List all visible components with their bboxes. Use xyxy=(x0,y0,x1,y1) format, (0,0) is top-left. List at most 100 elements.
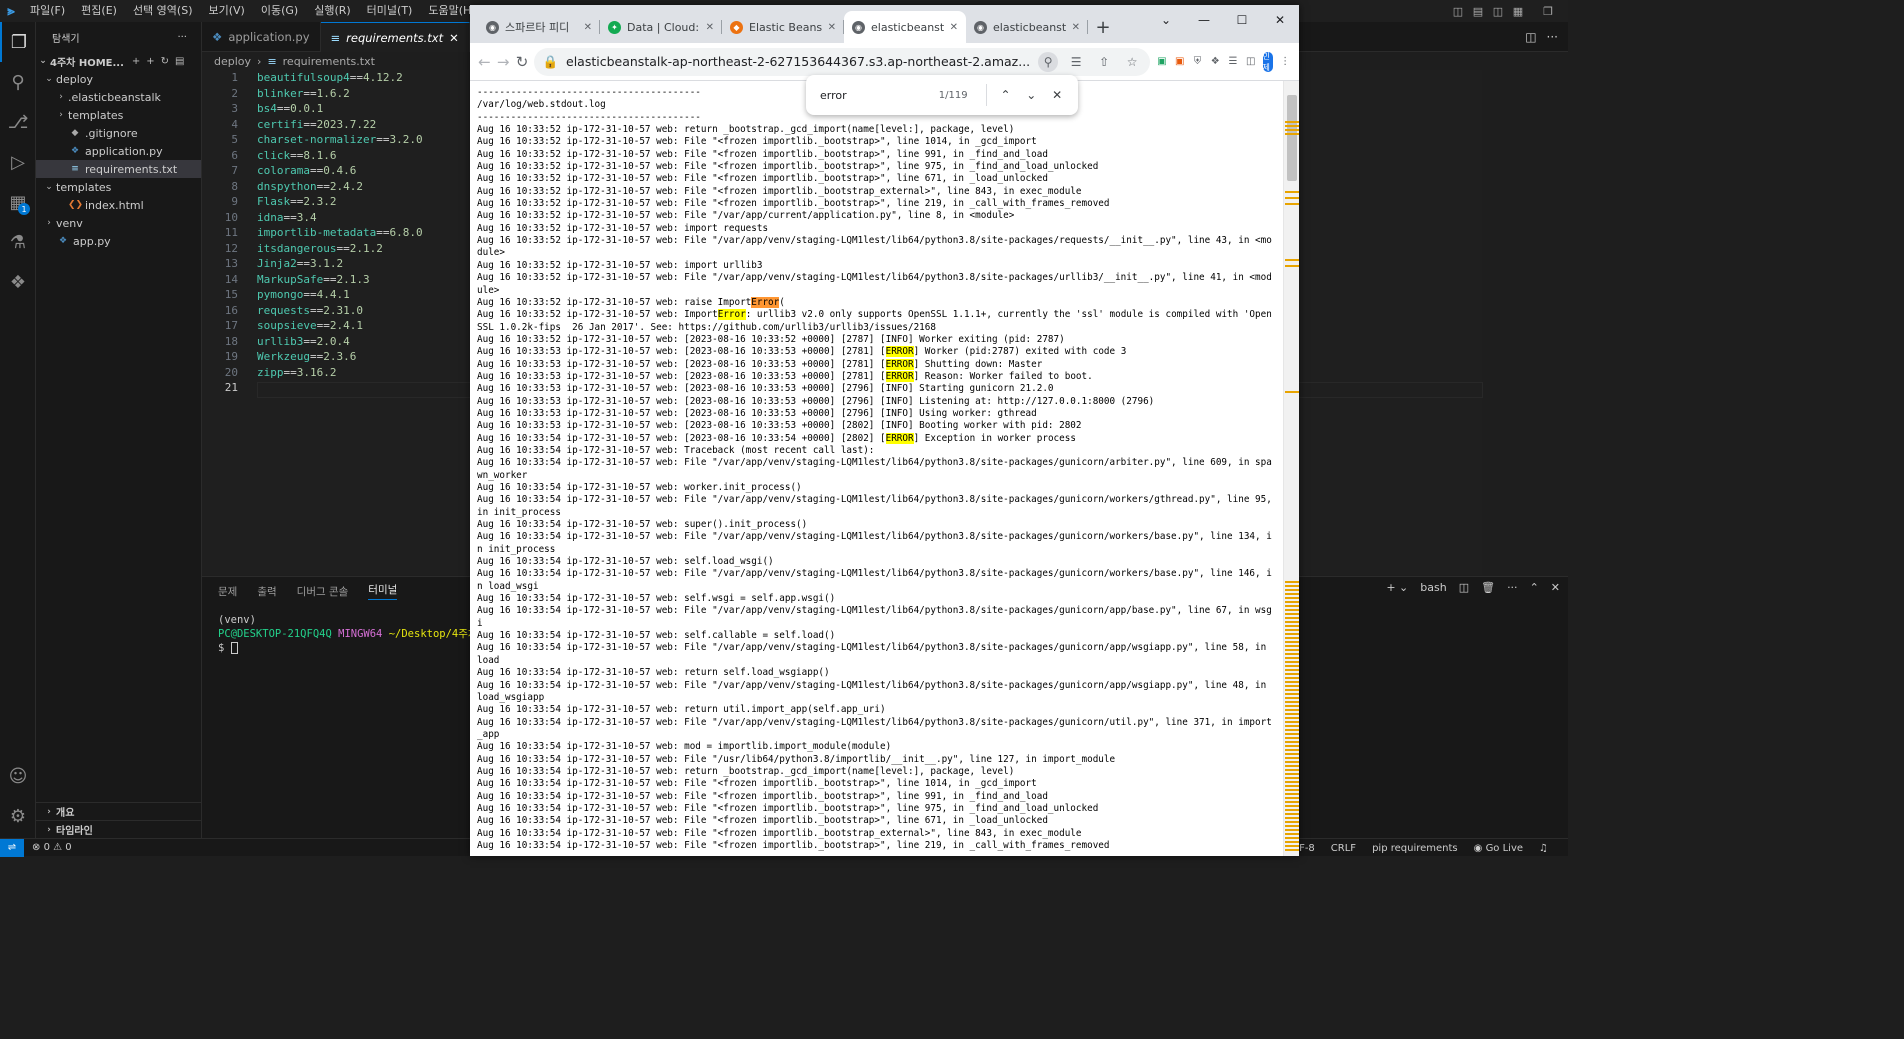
extension-orange-icon[interactable]: ▣ xyxy=(1174,51,1186,73)
maximize-icon[interactable]: ☐ xyxy=(1223,5,1261,35)
bookmark-star-icon[interactable]: ☆ xyxy=(1122,52,1142,72)
tree-item[interactable]: › templates xyxy=(36,106,201,124)
menu-item[interactable]: 선택 영역(S) xyxy=(125,0,201,22)
find-previous-icon[interactable]: ⌃ xyxy=(995,83,1017,107)
forward-arrow-icon[interactable]: → xyxy=(497,50,510,74)
browser-tab[interactable]: ◉ elasticbeanstalk ✕ xyxy=(966,11,1088,43)
notifications-icon[interactable]: ♫ xyxy=(1539,843,1548,854)
extension-shield-icon[interactable]: ⛨ xyxy=(1192,51,1204,73)
new-tab-button[interactable]: + xyxy=(1088,11,1118,43)
line-number: 5 xyxy=(231,133,238,146)
toggle-panel-icon[interactable]: ▤ xyxy=(1468,0,1488,22)
close-tab-icon[interactable]: ✕ xyxy=(1072,22,1080,33)
problems-status[interactable]: ⊗ 0 ⚠ 0 xyxy=(32,842,72,853)
menu-item[interactable]: 파일(F) xyxy=(22,0,73,22)
tree-item[interactable]: ❮❯ index.html xyxy=(36,196,201,214)
panel-tab[interactable]: 터미널 xyxy=(368,582,398,600)
editor-more-icon[interactable]: ··· xyxy=(1547,30,1558,44)
tree-item[interactable]: › .elasticbeanstalk xyxy=(36,88,201,106)
menu-item[interactable]: 보기(V) xyxy=(200,0,252,22)
tab-search-icon[interactable]: ⌄ xyxy=(1147,5,1185,35)
close-tab-icon[interactable]: ✕ xyxy=(584,22,592,33)
split-terminal-icon[interactable]: ◫ xyxy=(1459,581,1469,594)
side-panel-icon[interactable]: ◫ xyxy=(1245,51,1257,73)
tree-item[interactable]: ❖ app.py xyxy=(36,232,201,250)
translate-icon[interactable]: ☰ xyxy=(1066,52,1086,72)
tree-item[interactable]: ≡ requirements.txt xyxy=(36,160,201,178)
extension-green-icon[interactable]: ▣ xyxy=(1156,51,1168,73)
close-tab-icon[interactable]: ✕ xyxy=(950,22,958,33)
explorer-icon[interactable]: ❐ xyxy=(0,22,36,62)
tab-application-py[interactable]: ❖ application.py xyxy=(202,22,321,52)
menu-item[interactable]: 실행(R) xyxy=(306,0,358,22)
explorer-actions-icon[interactable]: ++↻▤ xyxy=(132,56,191,67)
panel-more-icon[interactable]: ··· xyxy=(1507,581,1518,594)
breadcrumb-folder[interactable]: deploy xyxy=(214,55,251,68)
extensions-icon[interactable]: ▦ 1 xyxy=(0,182,36,222)
manage-gear-icon[interactable]: ⚙ xyxy=(0,796,36,836)
window-restore-icon[interactable]: ❐ xyxy=(1528,0,1568,22)
tree-item[interactable]: ❖ application.py xyxy=(36,142,201,160)
toggle-secondary-sidebar-icon[interactable]: ◫ xyxy=(1488,0,1508,22)
reload-icon[interactable]: ↻ xyxy=(516,50,529,74)
close-tab-icon[interactable]: ✕ xyxy=(706,22,714,33)
tree-item[interactable]: › venv xyxy=(36,214,201,232)
page-content[interactable]: ----------------------------------------… xyxy=(470,81,1283,856)
panel-tab[interactable]: 문제 xyxy=(218,584,237,599)
close-panel-icon[interactable]: ✕ xyxy=(1551,581,1560,594)
more-actions-icon[interactable]: ··· xyxy=(177,32,187,43)
find-close-icon[interactable]: ✕ xyxy=(1046,83,1068,107)
tree-item[interactable]: ⌄ templates xyxy=(36,178,201,196)
close-tab-icon[interactable]: ✕ xyxy=(449,31,459,45)
profile-avatar[interactable]: 민제 xyxy=(1262,51,1274,72)
browser-tab[interactable]: ◉ 스파르타 피디 ✕ xyxy=(478,11,600,43)
outline-section[interactable]: › 개요 xyxy=(36,802,202,820)
breadcrumb-file[interactable]: requirements.txt xyxy=(283,55,375,68)
back-arrow-icon[interactable]: ← xyxy=(478,50,491,74)
source-control-icon[interactable]: ⎇ xyxy=(0,102,36,142)
line-number: 8 xyxy=(231,179,238,193)
workspace-header[interactable]: ⌄ 4주차 HOME... ++↻▤ xyxy=(36,52,201,70)
language-status[interactable]: pip requirements xyxy=(1372,843,1458,854)
scrollbar-thumb[interactable] xyxy=(1287,95,1297,181)
maximize-panel-icon[interactable]: ⌃ xyxy=(1530,581,1539,594)
reading-list-icon[interactable]: ☰ xyxy=(1227,51,1239,73)
tab-requirements-txt[interactable]: ≡ requirements.txt ✕ xyxy=(320,22,470,52)
share-icon[interactable]: ⇧ xyxy=(1094,52,1114,72)
remote-indicator-icon[interactable]: ⇌ xyxy=(0,838,24,857)
terminal-shell-label[interactable]: bash xyxy=(1420,581,1446,594)
menu-item[interactable]: 편집(E) xyxy=(73,0,125,22)
run-debug-icon[interactable]: ▷ xyxy=(0,142,36,182)
go-live-status[interactable]: ◉ Go Live xyxy=(1474,843,1523,854)
close-tab-icon[interactable]: ✕ xyxy=(828,22,836,33)
eol-status[interactable]: CRLF xyxy=(1331,843,1356,854)
new-terminal-icon[interactable]: + ⌄ xyxy=(1386,581,1408,594)
testing-icon[interactable]: ⚗ xyxy=(0,222,36,262)
panel-tab[interactable]: 디버그 콘솔 xyxy=(297,584,349,599)
tree-item[interactable]: ⌄ deploy xyxy=(36,70,201,88)
close-window-icon[interactable]: ✕ xyxy=(1261,5,1299,35)
browser-tab[interactable]: ◆ Elastic Beansta ✕ xyxy=(722,11,844,43)
find-next-icon[interactable]: ⌄ xyxy=(1020,83,1042,107)
page-scrollbar[interactable] xyxy=(1283,81,1299,856)
tree-item[interactable]: ◆ .gitignore xyxy=(36,124,201,142)
search-icon[interactable]: ⚲ xyxy=(0,62,36,102)
address-bar[interactable]: 🔒 elasticbeanstalk-ap-northeast-2-627153… xyxy=(534,47,1151,76)
trash-icon[interactable]: 🗑 xyxy=(1481,581,1495,594)
timeline-section[interactable]: › 타임라인 xyxy=(36,820,202,838)
find-in-page-icon[interactable]: ⚲ xyxy=(1038,51,1059,72)
browser-tab[interactable]: ✦ Data | Cloud: M ✕ xyxy=(600,11,722,43)
menu-item[interactable]: 터미널(T) xyxy=(359,0,421,22)
menu-item[interactable]: 이동(G) xyxy=(253,0,306,22)
accounts-icon[interactable]: ☺ xyxy=(0,756,36,796)
split-editor-icon[interactable]: ◫ xyxy=(1525,30,1536,44)
python-icon[interactable]: ❖ xyxy=(0,262,36,302)
toggle-primary-sidebar-icon[interactable]: ◫ xyxy=(1448,0,1468,22)
find-input[interactable] xyxy=(820,88,930,102)
minimize-icon[interactable]: — xyxy=(1185,5,1223,35)
customize-layout-icon[interactable]: ▦ xyxy=(1508,0,1528,22)
browser-tab[interactable]: ◉ elasticbeanstalk ✕ xyxy=(844,11,966,43)
panel-tab[interactable]: 출력 xyxy=(257,584,276,599)
extensions-puzzle-icon[interactable]: ❖ xyxy=(1209,51,1221,73)
chrome-menu-icon[interactable]: ⋮ xyxy=(1279,51,1291,73)
